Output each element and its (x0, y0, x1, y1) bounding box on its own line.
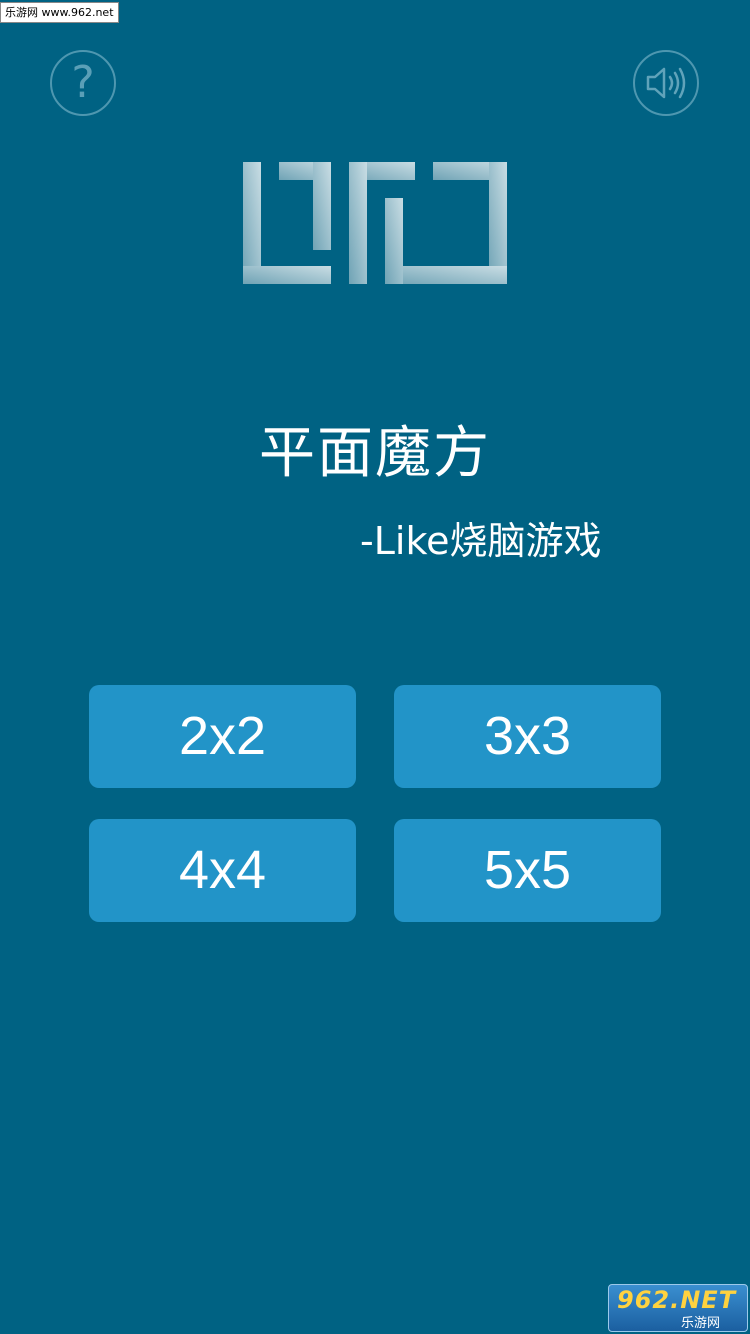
logo-far-bottom (385, 266, 507, 284)
watermark-bottom: 962.NET 乐游网 (608, 1284, 748, 1332)
game-title: 平面魔方 (259, 421, 491, 486)
speaker-icon (646, 67, 686, 99)
logo-bracket-left-vertical (243, 162, 261, 284)
game-subtitle: -Like烧脑游戏 (360, 519, 602, 563)
logo-far-vertical (489, 162, 507, 284)
logo-bracket-left-bottom (243, 266, 331, 284)
mode-3x3-button[interactable]: 3x3 (394, 685, 661, 788)
logo-right-vertical (349, 162, 367, 284)
sound-toggle-button[interactable] (633, 50, 699, 116)
logo-inner-vertical (313, 162, 331, 250)
mode-4x4-button[interactable]: 4x4 (89, 819, 356, 922)
watermark-brand: 962.NET (617, 1286, 737, 1314)
watermark-sub: 乐游网 (681, 1316, 721, 1331)
help-button[interactable]: ? (50, 50, 116, 116)
mode-5x5-button[interactable]: 5x5 (394, 819, 661, 922)
mode-2x2-button[interactable]: 2x2 (89, 685, 356, 788)
watermark-top: 乐游网 www.962.net (0, 2, 119, 23)
question-mark-icon: ? (71, 57, 95, 108)
game-logo (243, 162, 507, 284)
logo-far-inner (385, 198, 403, 284)
